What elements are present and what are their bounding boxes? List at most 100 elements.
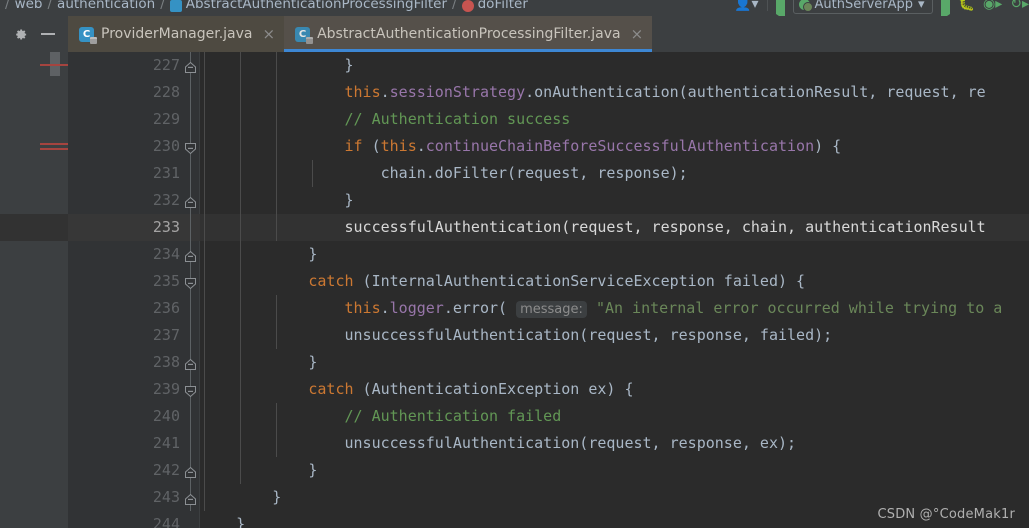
breadcrumb-item[interactable]: authentication (57, 0, 155, 12)
code-folding-column[interactable] (183, 187, 199, 214)
run-toolbar: 👤▾ AuthServerApp ▾ 🐛 ◉▸ ↻▸ (734, 0, 1029, 16)
code-folding-column[interactable] (183, 160, 199, 187)
run-icon[interactable] (940, 0, 950, 16)
code-folding-column[interactable] (183, 133, 199, 160)
code-line[interactable]: 227 } (0, 52, 1029, 79)
code-line[interactable]: 228 this.sessionStrategy.onAuthenticatio… (0, 79, 1029, 106)
fold-end-icon[interactable] (184, 59, 197, 73)
code-line[interactable]: 236 this.logger.error( message: "An inte… (0, 295, 1029, 322)
breadcrumb-separator: / (5, 0, 10, 12)
code-text[interactable]: if (this.continueChainBeforeSuccessfulAu… (200, 133, 1029, 160)
fold-end-icon[interactable] (184, 356, 197, 370)
code-folding-column[interactable] (183, 430, 199, 457)
code-folding-column[interactable] (183, 484, 199, 511)
run-configuration-label: AuthServerApp (814, 0, 914, 12)
code-line[interactable]: 244 } (0, 511, 1029, 528)
editor-tab-label: AbstractAuthenticationProcessingFilter.j… (317, 26, 621, 42)
deleted-lines-marker[interactable] (40, 64, 68, 66)
chevron-down-icon[interactable]: ▾ (918, 0, 925, 12)
line-number: 235 (152, 272, 180, 290)
editor-tab-providermanager[interactable]: C ProviderManager.java × (68, 16, 285, 52)
close-icon[interactable]: × (631, 26, 644, 42)
deleted-lines-marker[interactable] (40, 143, 68, 145)
code-folding-column[interactable] (183, 52, 199, 79)
code-line[interactable]: 239 catch (AuthenticationException ex) { (0, 376, 1029, 403)
code-folding-column[interactable] (183, 79, 199, 106)
code-line[interactable]: 234 } (0, 241, 1029, 268)
gear-icon[interactable] (13, 27, 28, 42)
fold-end-icon[interactable] (184, 194, 197, 208)
code-line[interactable]: 231 chain.doFilter(request, response); (0, 160, 1029, 187)
code-text[interactable]: } (200, 349, 1029, 376)
code-folding-column[interactable] (183, 214, 199, 241)
code-folding-column[interactable] (183, 295, 199, 322)
code-folding-column[interactable] (183, 241, 199, 268)
code-line[interactable]: 242 } (0, 457, 1029, 484)
user-avatar-icon[interactable]: 👤▾ (734, 0, 758, 11)
breadcrumb-separator: / (452, 0, 457, 12)
breadcrumb-item[interactable]: doFilter (478, 0, 528, 12)
back-arrow-icon[interactable] (775, 0, 785, 16)
breadcrumb-item[interactable]: AbstractAuthenticationProcessingFilter (186, 0, 447, 12)
code-text[interactable]: } (200, 52, 1029, 79)
code-line[interactable]: 233 successfulAuthentication(request, re… (0, 214, 1029, 241)
watermark: CSDN @°CodeMak1r (877, 507, 1015, 522)
code-text[interactable]: unsuccessfulAuthentication(request, resp… (200, 430, 1029, 457)
code-folding-column[interactable] (183, 376, 199, 403)
code-text[interactable]: } (200, 457, 1029, 484)
code-folding-column[interactable] (183, 457, 199, 484)
editor-tab-abstractauthenticationprocessingfilter[interactable]: C AbstractAuthenticationProcessingFilter… (284, 16, 653, 52)
fold-end-icon[interactable] (184, 464, 197, 478)
code-text[interactable]: unsuccessfulAuthentication(request, resp… (200, 322, 1029, 349)
code-folding-column[interactable] (183, 322, 199, 349)
code-folding-column[interactable] (183, 106, 199, 133)
minimize-icon[interactable] (41, 33, 56, 35)
code-line[interactable]: 240 // Authentication failed (0, 403, 1029, 430)
code-text[interactable]: chain.doFilter(request, response); (200, 160, 1029, 187)
fold-collapse-icon[interactable] (184, 275, 197, 290)
code-text[interactable]: successfulAuthentication(request, respon… (200, 214, 1029, 241)
code-line[interactable]: 237 unsuccessfulAuthentication(request, … (0, 322, 1029, 349)
code-text[interactable]: catch (AuthenticationException ex) { (200, 376, 1029, 403)
code-line[interactable]: 229 // Authentication success (0, 106, 1029, 133)
code-text[interactable]: // Authentication failed (200, 403, 1029, 430)
code-line[interactable]: 230 if (this.continueChainBeforeSuccessf… (0, 133, 1029, 160)
fold-collapse-icon[interactable] (184, 383, 197, 398)
fold-region-line (190, 160, 191, 187)
code-folding-column[interactable] (183, 403, 199, 430)
run-with-coverage-icon[interactable]: ◉▸ (983, 0, 1002, 11)
code-text[interactable]: this.logger.error( message: "An internal… (200, 295, 1029, 322)
line-number: 236 (152, 299, 180, 317)
debug-icon[interactable]: 🐛 (958, 0, 975, 11)
code-line[interactable]: 232 } (0, 187, 1029, 214)
fold-region-line (190, 403, 191, 430)
code-token: } (236, 515, 246, 528)
code-token: } (308, 353, 318, 371)
rerun-icon[interactable]: ↻▸ (1010, 0, 1029, 11)
code-folding-column[interactable] (183, 268, 199, 295)
code-text[interactable]: this.sessionStrategy.onAuthentication(au… (200, 79, 1029, 106)
deleted-lines-marker[interactable] (40, 148, 68, 150)
code-text[interactable]: } (200, 187, 1029, 214)
fold-end-icon[interactable] (184, 491, 197, 505)
code-line[interactable]: 238 } (0, 349, 1029, 376)
breadcrumb-item[interactable]: web (15, 0, 43, 12)
line-number: 234 (152, 245, 180, 263)
code-token: this (344, 83, 381, 101)
code-token: (InternalAuthenticationServiceException … (353, 272, 806, 290)
code-token: } (272, 488, 282, 506)
code-line[interactable]: 241 unsuccessfulAuthentication(request, … (0, 430, 1029, 457)
close-icon[interactable]: × (263, 26, 276, 42)
code-text[interactable]: catch (InternalAuthenticationServiceExce… (200, 268, 1029, 295)
fold-collapse-icon[interactable] (184, 140, 197, 155)
code-folding-column[interactable] (183, 349, 199, 376)
run-configuration-selector[interactable]: AuthServerApp ▾ (792, 0, 933, 14)
line-number: 241 (152, 434, 180, 452)
code-line[interactable]: 235 catch (InternalAuthenticationService… (0, 268, 1029, 295)
code-editor[interactable]: 227 } 228 this.sessionStrategy.onAuthenti… (0, 52, 1029, 528)
fold-end-icon[interactable] (184, 248, 197, 262)
code-line[interactable]: 243 } (0, 484, 1029, 511)
fold-region-line (190, 106, 191, 133)
code-text[interactable]: // Authentication success (200, 106, 1029, 133)
code-text[interactable]: } (200, 241, 1029, 268)
